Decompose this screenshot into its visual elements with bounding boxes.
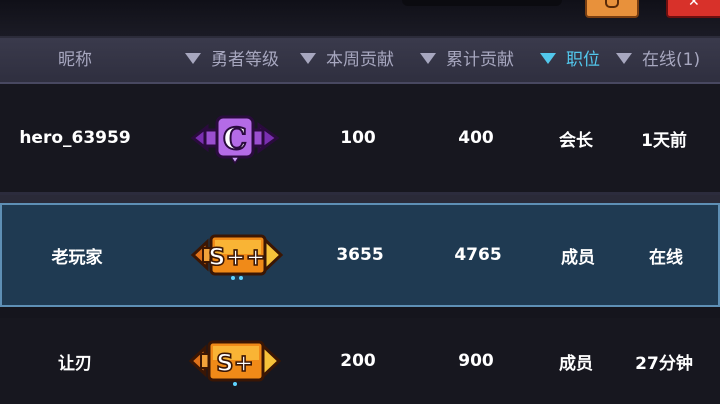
total-contribution: 4765 xyxy=(454,245,502,265)
weekly-contribution: 200 xyxy=(340,351,376,371)
member-name: hero_63959 xyxy=(19,128,131,148)
rank-letter: S++ xyxy=(208,243,266,271)
sort-arrow-icon xyxy=(300,53,316,64)
table-header: 昵称 勇者等级 本周贡献 累计贡献 职位 在线(1) xyxy=(0,38,720,84)
member-name: 老玩家 xyxy=(51,247,103,268)
column-header-nickname: 昵称 xyxy=(58,38,92,82)
sort-arrow-icon xyxy=(616,53,632,64)
orange-menu-button[interactable] xyxy=(585,0,639,18)
member-role: 成员 xyxy=(561,247,595,268)
close-button[interactable]: ✕ xyxy=(666,0,720,18)
member-role: 成员 xyxy=(559,353,593,374)
rank-letter: C xyxy=(223,122,247,157)
column-header-role[interactable]: 职位 xyxy=(540,38,600,82)
member-name: 让刃 xyxy=(58,353,92,374)
top-panel-edge xyxy=(402,0,562,6)
online-status: 27分钟 xyxy=(635,353,693,374)
table-row-selected[interactable]: 老玩家 S++ 3655 4765 成员 在线 xyxy=(0,203,720,307)
sort-arrow-icon xyxy=(420,53,436,64)
sort-arrow-icon xyxy=(185,53,201,64)
online-status: 在线 xyxy=(649,247,683,268)
column-label: 昵称 xyxy=(58,50,92,70)
rank-badge-icon: C xyxy=(176,84,294,192)
column-header-total-contribution[interactable]: 累计贡献 xyxy=(420,38,514,82)
column-label: 本周贡献 xyxy=(326,50,394,70)
total-contribution: 400 xyxy=(458,128,494,148)
column-label: 累计贡献 xyxy=(446,50,514,70)
weekly-contribution: 100 xyxy=(340,128,376,148)
sort-arrow-icon xyxy=(540,53,556,64)
column-label: 勇者等级 xyxy=(211,50,279,70)
orange-button-icon xyxy=(605,0,619,8)
weekly-contribution: 3655 xyxy=(336,245,384,265)
column-label: 职位 xyxy=(566,50,600,70)
column-label: 在线(1) xyxy=(642,50,701,70)
close-icon: ✕ xyxy=(688,0,700,10)
column-header-weekly-contribution[interactable]: 本周贡献 xyxy=(300,38,394,82)
column-header-hero-level[interactable]: 勇者等级 xyxy=(185,38,279,82)
online-status: 1天前 xyxy=(641,130,687,151)
table-row[interactable]: hero_63959 C 100 400 会长 1天前 xyxy=(0,84,720,195)
table-row[interactable]: 让刃 S+ 200 900 成员 27分钟 xyxy=(0,318,720,404)
member-role: 会长 xyxy=(559,130,593,151)
column-header-online[interactable]: 在线(1) xyxy=(616,38,700,82)
top-bar: ✕ xyxy=(0,0,720,38)
rank-letter: S+ xyxy=(216,349,253,377)
rank-badge-icon: S+ xyxy=(176,318,294,404)
rank-badge-icon: S++ xyxy=(178,205,296,305)
total-contribution: 900 xyxy=(458,351,494,371)
row-divider xyxy=(0,195,720,203)
